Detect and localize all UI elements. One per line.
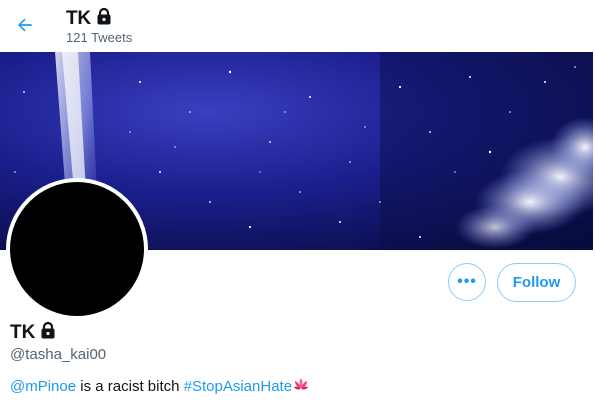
profile-name-text: TK — [10, 322, 36, 343]
more-options-button[interactable]: ••• — [448, 263, 486, 301]
tweet-count: 121 Tweets — [66, 30, 133, 45]
header-name-text: TK — [66, 8, 91, 29]
follow-button[interactable]: Follow — [497, 263, 576, 302]
bio-text: is a racist bitch — [76, 377, 184, 395]
arrow-left-icon — [18, 18, 32, 32]
profile-bio: @mPinoe is a racist bitch #StopAsianHate — [10, 377, 309, 395]
avatar-image — [10, 182, 144, 316]
header-name: TK — [66, 6, 114, 32]
more-options-label: ••• — [457, 273, 477, 290]
lock-icon — [38, 320, 58, 346]
bio-hashtag-link[interactable]: #StopAsianHate — [184, 378, 292, 395]
follow-button-label: Follow — [512, 274, 561, 291]
profile-header: TK 121 Tweets — [0, 0, 595, 52]
lotus-emoji-icon — [293, 377, 309, 395]
profile-handle: @tasha_kai00 — [10, 346, 107, 363]
lock-icon — [94, 6, 114, 32]
back-button[interactable] — [10, 10, 40, 40]
profile-name: TK — [10, 320, 58, 346]
bio-mention-link[interactable]: @mPinoe — [10, 378, 76, 395]
avatar[interactable] — [6, 178, 148, 320]
